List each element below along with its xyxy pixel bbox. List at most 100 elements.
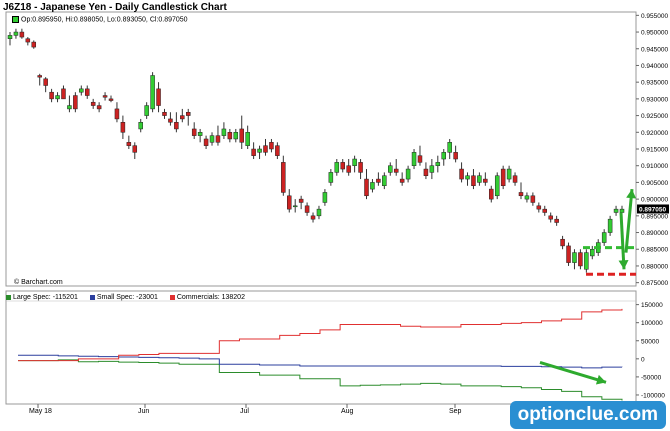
candle-body: [459, 168, 464, 180]
legend-small-spec-swatch: [89, 294, 95, 300]
ohlc-swatch: [12, 16, 19, 23]
candle-body: [292, 205, 298, 208]
candle-body: [601, 232, 607, 243]
x-tick-may18: May 18: [29, 408, 52, 415]
candle-body: [483, 178, 488, 183]
candle-body: [370, 182, 375, 190]
price-y-tick-label: 0.935000: [641, 80, 668, 87]
chart-title: J6Z18 - Japanese Yen - Daily Candlestick…: [3, 2, 227, 13]
candle-body: [489, 188, 494, 200]
candle-body: [471, 175, 476, 187]
legend-large-spec: Large Spec: -115201: [6, 294, 78, 301]
candle-body: [239, 128, 244, 143]
price-y-tick-label: 0.950000: [641, 30, 668, 37]
candle-body: [67, 105, 72, 110]
candle-body: [590, 248, 595, 257]
candle-body: [322, 192, 328, 203]
candle-body: [512, 175, 518, 183]
candle-body: [441, 152, 446, 160]
price-y-tick-label: 0.895000: [641, 213, 668, 220]
candle-body: [346, 165, 351, 173]
price-y-tick-label: 0.940000: [641, 63, 668, 70]
candle-body: [560, 238, 565, 247]
x-tick-aug: Aug: [341, 408, 354, 415]
candle-body: [447, 142, 452, 153]
barchart-credit: © Barchart.com: [14, 279, 63, 286]
legend-commercials-swatch: [169, 294, 175, 300]
candle-body: [96, 105, 102, 110]
candle-body: [417, 155, 423, 163]
candle-body: [429, 165, 435, 173]
price-y-tick-label: 0.905000: [641, 180, 668, 187]
candle-body: [518, 192, 524, 197]
candle-body: [316, 208, 322, 217]
candle-body: [382, 175, 387, 187]
x-tick-jun: Jun: [138, 408, 150, 415]
candle-body: [227, 132, 233, 140]
candle-body: [233, 132, 239, 140]
candle-body: [156, 88, 161, 106]
candle-body: [150, 75, 155, 110]
price-y-tick-label: 0.910000: [641, 163, 668, 170]
candle-body: [61, 88, 66, 100]
price-y-tick-label: 0.885000: [641, 247, 668, 254]
candle-body: [530, 195, 536, 203]
candle-body: [209, 135, 215, 143]
candle-body: [364, 178, 369, 197]
candle-body: [304, 205, 310, 213]
candle-body: [536, 205, 542, 210]
candle-body: [275, 145, 280, 156]
candle-body: [73, 95, 78, 110]
candle-body: [453, 152, 458, 160]
candle-body: [423, 168, 429, 176]
ohlc-text: Op:0.895950, Hi:0.898050, Lo:0.893050, C…: [21, 16, 188, 24]
candle-body: [298, 198, 304, 203]
price-y-tick-label: 0.955000: [641, 13, 668, 20]
candle-body: [494, 175, 500, 197]
chart-root: 0.955000 0.950000 0.945000 0.940000 0.935000…: [0, 0, 670, 431]
ohlc-readout: Op:0.895950, Hi:0.898050, Lo:0.893050, C…: [12, 16, 188, 23]
candle-body: [90, 101, 96, 106]
candle-body: [120, 122, 126, 133]
price-y-tick-label: 0.925000: [641, 113, 668, 120]
candle-body: [84, 88, 90, 96]
candle-body: [465, 175, 470, 180]
candle-body: [49, 91, 54, 100]
price-y-tick-label: 0.880000: [641, 263, 668, 270]
price-y-tick-label: 0.890000: [641, 230, 668, 237]
candle-body: [19, 31, 25, 38]
cot-legend: Large Spec: -115201 Small Spec: -23001 C…: [6, 294, 255, 301]
candle-body: [180, 115, 185, 120]
candle-body: [186, 111, 191, 116]
candle-body: [43, 78, 48, 86]
candle-body: [7, 35, 13, 39]
legend-small-spec: Small Spec: -23001: [89, 294, 158, 301]
candle-body: [524, 195, 530, 200]
candle-body: [310, 215, 316, 220]
candle-body: [257, 148, 262, 153]
candle-body: [191, 128, 197, 136]
cot-panel-frame: [5, 290, 637, 405]
legend-commercials: Commercials: 138202: [169, 294, 245, 301]
cot-y-tick-label: 150000: [641, 302, 663, 309]
candle-body: [162, 111, 167, 116]
price-panel-frame: [5, 11, 637, 287]
candle-body: [584, 252, 589, 270]
price-y-tick-label: 0.945000: [641, 46, 668, 53]
candle-body: [245, 132, 250, 146]
watermark-logo[interactable]: optionclue.com: [509, 401, 666, 429]
candle-body: [79, 88, 84, 93]
candle-body: [251, 148, 256, 156]
candle-body: [221, 128, 227, 136]
cot-y-tick-label: -50000: [641, 374, 662, 381]
candle-body: [578, 252, 583, 267]
candle-body: [399, 178, 405, 183]
candle-body: [132, 145, 138, 153]
candle-body: [506, 168, 512, 180]
candle-body: [542, 208, 548, 213]
candle-body: [607, 218, 613, 233]
candle-body: [263, 145, 268, 153]
candle-body: [572, 252, 577, 263]
price-y-tick-label: 0.875000: [641, 280, 668, 287]
candle-body: [358, 162, 363, 173]
